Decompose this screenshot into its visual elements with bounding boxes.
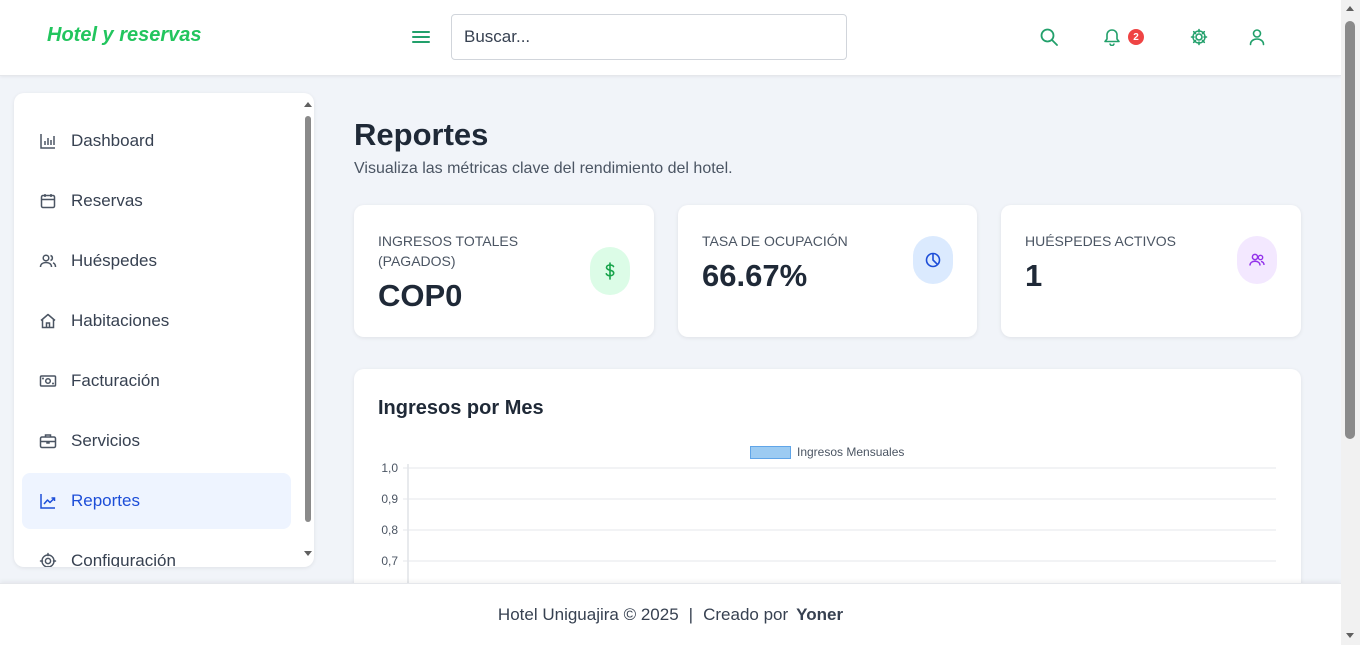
notification-badge: 2 [1128,29,1144,45]
card-title: HUÉSPEDES ACTIVOS [1025,233,1176,249]
gear-icon [39,552,57,567]
footer-author: Yoner [796,604,844,624]
search-icon[interactable] [1037,25,1061,49]
bell-icon[interactable] [1100,25,1124,49]
sidebar-item-label: Reservas [71,191,143,210]
sidebar-item-dashboard[interactable]: Dashboard [22,113,291,169]
home-icon [39,312,57,330]
footer: Hotel Uniguajira © 2025 | Creado por Yon… [0,583,1341,645]
page-subtitle: Visualiza las métricas clave del rendimi… [354,160,733,177]
sidebar-item-label: Configuración [71,551,176,567]
y-tick-label: 1,0 [381,461,398,475]
card-value: 66.67% [702,258,808,293]
revenue-chart-card: Ingresos por Mes Ingresos Mensuales 1,0 0… [354,369,1301,609]
scroll-up-arrow-icon[interactable] [1346,6,1354,11]
sidebar-item-servicios[interactable]: Servicios [22,413,291,469]
footer-separator: | [688,604,694,624]
sidebar-item-habitaciones[interactable]: Habitaciones [22,293,291,349]
bar-chart-icon [39,132,57,150]
revenue-card: INGRESOS TOTALES (PAGADOS) COP0 [354,205,654,337]
sidebar-scrollbar[interactable] [301,93,314,567]
window-scroll-thumb[interactable] [1345,21,1355,439]
card-value: 1 [1025,258,1043,293]
sidebar-item-configuracion[interactable]: Configuración [22,533,291,567]
search-input[interactable] [451,14,847,60]
menu-icon[interactable] [409,25,433,49]
sidebar-item-label: Huéspedes [71,251,158,270]
card-value: COP0 [378,278,463,313]
sidebar-item-label: Dashboard [71,131,155,150]
page-title: Reportes [354,117,489,152]
sidebar-item-facturacion[interactable]: Facturación [22,353,291,409]
chart-plot: 1,0 0,9 0,8 0,7 [381,461,1276,609]
user-icon[interactable] [1245,25,1269,49]
calendar-icon [39,192,57,210]
pie-icon [913,236,953,284]
sidebar-item-reservas[interactable]: Reservas [22,173,291,229]
brand-title[interactable]: Hotel y reservas [47,24,202,47]
sidebar-item-label: Reportes [71,491,140,510]
sidebar-item-label: Servicios [71,431,140,450]
sidebar-item-huespedes[interactable]: Huéspedes [22,233,291,289]
trend-icon [39,492,57,510]
sidebar: Dashboard Reservas Huéspedes Habitacione… [14,93,314,567]
sidebar-item-label: Habitaciones [71,311,170,330]
card-title: TASA DE OCUPACIÓN [702,233,848,249]
scroll-up-arrow-icon[interactable] [304,102,312,107]
y-tick-label: 0,7 [381,554,398,568]
y-tick-label: 0,8 [381,523,398,537]
y-tick-label: 0,9 [381,492,398,506]
gear-icon[interactable] [1187,25,1211,49]
footer-text: Hotel Uniguajira © 2025 [497,604,679,624]
scroll-down-arrow-icon[interactable] [304,551,312,556]
card-title: INGRESOS TOTALES (PAGADOS) [378,233,519,269]
sidebar-item-label: Facturación [71,371,160,390]
sidebar-scroll-thumb[interactable] [305,116,311,522]
scroll-down-arrow-icon[interactable] [1346,633,1354,638]
users-icon [1237,236,1277,284]
occupancy-card: TASA DE OCUPACIÓN 66.67% [678,205,977,337]
briefcase-icon [39,432,57,450]
footer-created-by: Creado por [703,604,789,624]
guests-card: HUÉSPEDES ACTIVOS 1 [1001,205,1301,337]
users-icon [39,252,57,270]
sidebar-item-reportes[interactable]: Reportes [22,473,291,529]
banknote-icon [39,372,57,390]
top-header: Hotel y reservas 2 [0,0,1341,76]
dollar-icon [590,247,630,295]
window-scrollbar[interactable] [1341,0,1360,645]
